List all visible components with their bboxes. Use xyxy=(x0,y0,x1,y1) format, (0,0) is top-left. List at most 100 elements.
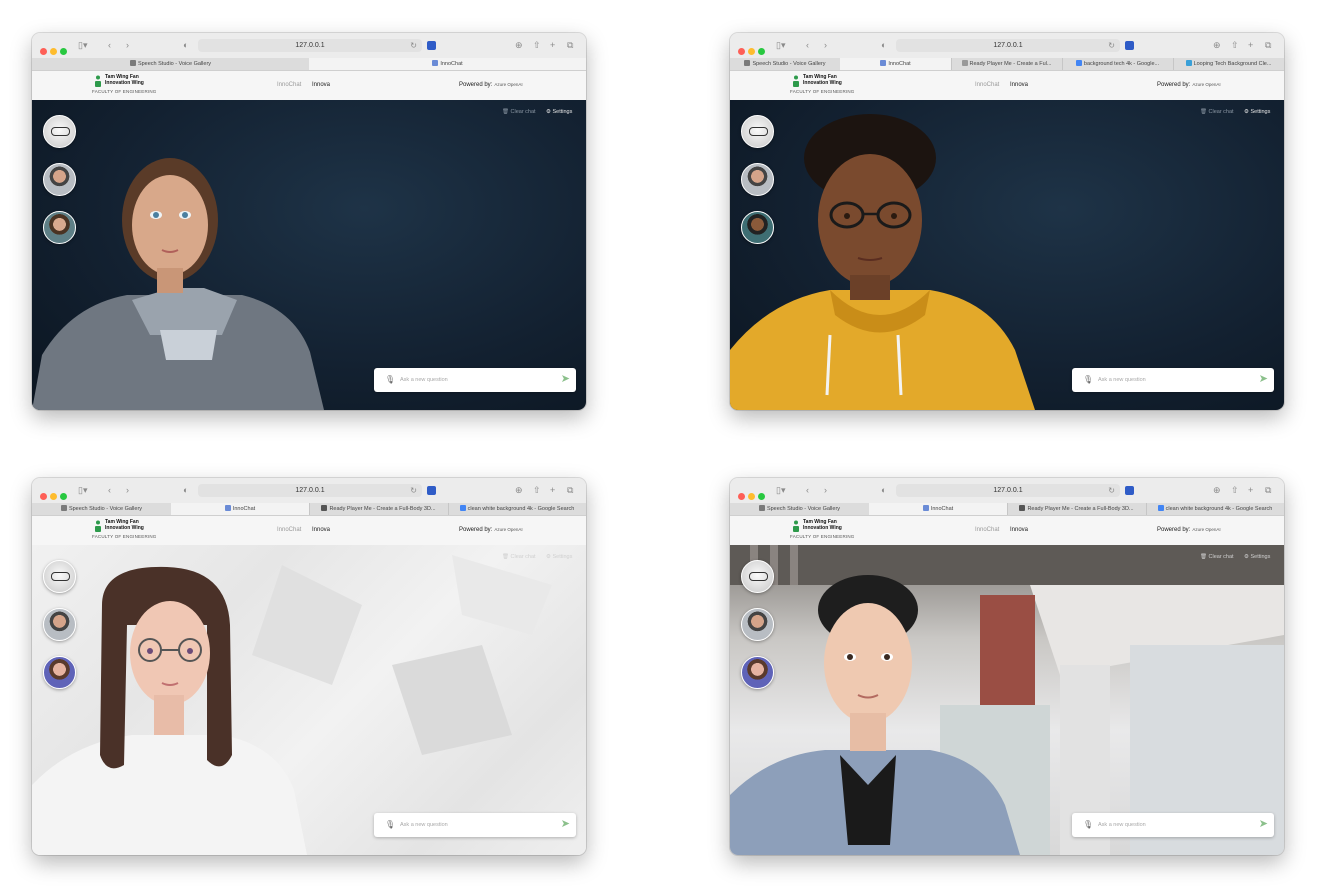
chat-input[interactable]: Ask a new question xyxy=(1098,376,1146,384)
avatar-man[interactable] xyxy=(43,163,76,196)
send-icon[interactable]: ➤ xyxy=(561,818,570,831)
share-icon[interactable]: ⇧ xyxy=(1231,484,1239,496)
sidebar-icon[interactable]: ▯▾ xyxy=(776,484,785,496)
mic-icon[interactable]: 🎙 xyxy=(1083,819,1093,831)
reload-icon[interactable]: ↻ xyxy=(410,485,417,496)
settings-button[interactable]: ⚙ Settings xyxy=(546,108,572,116)
back-icon[interactable]: ‹ xyxy=(108,39,111,51)
address-bar[interactable]: 127.0.0.1 ↻ xyxy=(896,484,1120,497)
close-window-button[interactable] xyxy=(738,48,745,55)
tab-innochat[interactable]: InnoChat xyxy=(309,58,586,70)
mic-icon[interactable]: 🎙 xyxy=(385,819,395,831)
new-tab-icon[interactable]: + xyxy=(550,39,555,51)
download-icon[interactable]: ⊕ xyxy=(1213,484,1221,496)
new-tab-icon[interactable]: + xyxy=(550,484,555,496)
extension-icon[interactable] xyxy=(427,41,436,50)
avatar-robot[interactable] xyxy=(43,115,76,148)
chat-input-bar[interactable]: 🎙 Ask a new question ➤ xyxy=(374,813,576,837)
sidebar-icon[interactable]: ▯▾ xyxy=(776,39,785,51)
avatar-woman-glasses[interactable] xyxy=(43,656,76,689)
back-icon[interactable]: ‹ xyxy=(806,39,809,51)
tab-looping-tech[interactable]: Looping Tech Background Cle... xyxy=(1173,58,1284,70)
address-bar[interactable]: 127.0.0.1 ↻ xyxy=(198,39,422,52)
shield-icon[interactable]: ◐ xyxy=(183,484,188,496)
avatar-robot[interactable] xyxy=(43,560,76,593)
close-window-button[interactable] xyxy=(40,48,47,55)
settings-button[interactable]: ⚙ Settings xyxy=(1244,108,1270,116)
shield-icon[interactable]: ◐ xyxy=(881,39,886,51)
download-icon[interactable]: ⊕ xyxy=(515,484,523,496)
tabs-overview-icon[interactable]: ⧉ xyxy=(1265,484,1271,496)
tab-innochat[interactable]: InnoChat xyxy=(840,58,952,70)
avatar-robot[interactable] xyxy=(741,560,774,593)
zoom-window-button[interactable] xyxy=(60,493,67,500)
shield-icon[interactable]: ◐ xyxy=(881,484,886,496)
forward-icon[interactable]: › xyxy=(824,484,827,496)
mic-icon[interactable]: 🎙 xyxy=(1083,374,1093,386)
avatar-robot[interactable] xyxy=(741,115,774,148)
tab-google-search[interactable]: background tech 4k - Google... xyxy=(1062,58,1174,70)
tab-speech-studio[interactable]: Speech Studio - Voice Gallery xyxy=(32,58,310,70)
address-bar[interactable]: 127.0.0.1 ↻ xyxy=(198,484,422,497)
tab-speech-studio[interactable]: Speech Studio - Voice Gallery xyxy=(32,503,172,515)
nav-innochat[interactable]: InnoChat xyxy=(975,81,999,89)
tab-ready-player-me[interactable]: Ready Player Me - Create a Full-Body 3D.… xyxy=(309,503,449,515)
chat-input[interactable]: Ask a new question xyxy=(1098,821,1146,829)
minimize-window-button[interactable] xyxy=(748,493,755,500)
tab-ready-player-me[interactable]: Ready Player Me - Create a Ful... xyxy=(951,58,1063,70)
share-icon[interactable]: ⇧ xyxy=(533,484,541,496)
back-icon[interactable]: ‹ xyxy=(806,484,809,496)
chat-input[interactable]: Ask a new question xyxy=(400,821,448,829)
nav-innochat[interactable]: InnoChat xyxy=(277,526,301,534)
back-icon[interactable]: ‹ xyxy=(108,484,111,496)
settings-button[interactable]: ⚙ Settings xyxy=(546,553,572,561)
sidebar-icon[interactable]: ▯▾ xyxy=(78,39,87,51)
avatar-woman[interactable] xyxy=(43,211,76,244)
new-tab-icon[interactable]: + xyxy=(1248,39,1253,51)
close-window-button[interactable] xyxy=(40,493,47,500)
download-icon[interactable]: ⊕ xyxy=(515,39,523,51)
minimize-window-button[interactable] xyxy=(50,48,57,55)
minimize-window-button[interactable] xyxy=(50,493,57,500)
close-window-button[interactable] xyxy=(738,493,745,500)
clear-chat-button[interactable]: 🗑 Clear chat xyxy=(502,553,536,561)
tab-speech-studio[interactable]: Speech Studio - Voice Gallery xyxy=(730,503,870,515)
chat-input-bar[interactable]: 🎙 Ask a new question ➤ xyxy=(374,368,576,392)
forward-icon[interactable]: › xyxy=(126,484,129,496)
chat-input[interactable]: Ask a new question xyxy=(400,376,448,384)
zoom-window-button[interactable] xyxy=(758,493,765,500)
avatar-woman-glasses[interactable] xyxy=(741,656,774,689)
tabs-overview-icon[interactable]: ⧉ xyxy=(1265,39,1271,51)
nav-innochat[interactable]: InnoChat xyxy=(975,526,999,534)
download-icon[interactable]: ⊕ xyxy=(1213,39,1221,51)
avatar-man[interactable] xyxy=(741,163,774,196)
avatar-young-man[interactable] xyxy=(741,211,774,244)
tab-google-search[interactable]: clean white background 4k - Google Searc… xyxy=(1146,503,1284,515)
reload-icon[interactable]: ↻ xyxy=(1108,485,1115,496)
chat-input-bar[interactable]: 🎙 Ask a new question ➤ xyxy=(1072,813,1274,837)
shield-icon[interactable]: ◐ xyxy=(183,39,188,51)
tabs-overview-icon[interactable]: ⧉ xyxy=(567,484,573,496)
tab-speech-studio[interactable]: Speech Studio - Voice Gallery xyxy=(730,58,841,70)
nav-innova[interactable]: Innova xyxy=(1010,81,1028,89)
zoom-window-button[interactable] xyxy=(60,48,67,55)
tab-innochat[interactable]: InnoChat xyxy=(171,503,310,515)
clear-chat-button[interactable]: 🗑 Clear chat xyxy=(1200,553,1234,561)
send-icon[interactable]: ➤ xyxy=(1259,373,1268,386)
extension-icon[interactable] xyxy=(1125,41,1134,50)
extension-icon[interactable] xyxy=(427,486,436,495)
reload-icon[interactable]: ↻ xyxy=(1108,40,1115,51)
clear-chat-button[interactable]: 🗑 Clear chat xyxy=(502,108,536,116)
share-icon[interactable]: ⇧ xyxy=(533,39,541,51)
tab-innochat[interactable]: InnoChat xyxy=(869,503,1008,515)
extension-icon[interactable] xyxy=(1125,486,1134,495)
nav-innochat[interactable]: InnoChat xyxy=(277,81,301,89)
share-icon[interactable]: ⇧ xyxy=(1231,39,1239,51)
address-bar[interactable]: 127.0.0.1 ↻ xyxy=(896,39,1120,52)
tab-ready-player-me[interactable]: Ready Player Me - Create a Full-Body 3D.… xyxy=(1007,503,1147,515)
tabs-overview-icon[interactable]: ⧉ xyxy=(567,39,573,51)
tab-google-search[interactable]: clean white background 4k - Google Searc… xyxy=(448,503,586,515)
chat-input-bar[interactable]: 🎙 Ask a new question ➤ xyxy=(1072,368,1274,392)
new-tab-icon[interactable]: + xyxy=(1248,484,1253,496)
nav-innova[interactable]: Innova xyxy=(312,526,330,534)
